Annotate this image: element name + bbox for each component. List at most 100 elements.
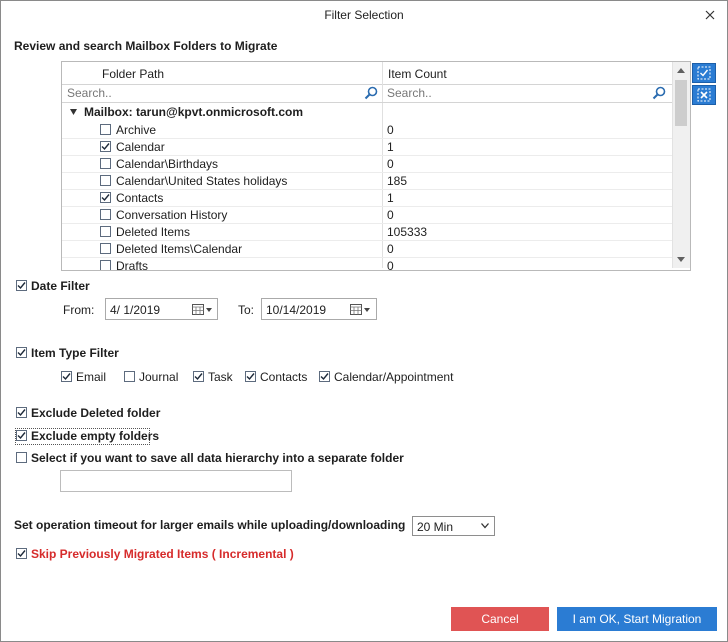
timeout-label: Set operation timeout for larger emails … (14, 518, 406, 532)
folder-row[interactable]: Calendar\United States holidays 185 (62, 172, 672, 190)
folder-row[interactable]: Archive 0 (62, 121, 672, 139)
from-date-value: 4/ 1/2019 (110, 303, 161, 317)
check-all-icon (697, 66, 711, 80)
folder-row[interactable]: Calendar\Birthdays 0 (62, 155, 672, 173)
folder-checkbox[interactable] (100, 175, 111, 186)
from-date-picker[interactable]: 4/ 1/2019 (105, 298, 218, 320)
email-label: Email (76, 370, 107, 384)
folder-name: Contacts (116, 191, 164, 205)
close-button[interactable] (693, 1, 727, 29)
incremental-checkbox[interactable] (16, 548, 27, 559)
folder-checkbox[interactable] (100, 141, 111, 152)
calendar-appointment-checkbox[interactable] (319, 371, 330, 382)
scroll-up-icon[interactable] (677, 68, 685, 73)
checkmark-icon (62, 373, 71, 381)
timeout-select[interactable]: 20 Min (412, 516, 495, 536)
grid-header: Folder Path Item Count (62, 62, 672, 85)
calendar-dropdown-icon[interactable] (192, 304, 214, 315)
from-label: From: (63, 303, 95, 317)
to-date-picker[interactable]: 10/14/2019 (261, 298, 377, 320)
journal-label: Journal (139, 370, 179, 384)
mailbox-label: Mailbox: tarun@kpvt.onmicrosoft.com (84, 105, 304, 119)
scrollbar-thumb[interactable] (675, 80, 687, 126)
checkmark-icon (17, 432, 26, 440)
exclude-deleted-checkbox[interactable] (16, 407, 27, 418)
task-checkbox[interactable] (193, 371, 204, 382)
search-icon[interactable] (364, 86, 378, 100)
folder-checkbox[interactable] (100, 209, 111, 220)
tree-expand-icon[interactable] (70, 109, 77, 115)
folder-item-count: 1 (387, 191, 394, 205)
cancel-button[interactable]: Cancel (451, 607, 549, 631)
search-row (62, 84, 672, 103)
item-type-filter-checkbox[interactable] (16, 347, 27, 358)
close-icon (705, 10, 715, 20)
folder-name: Deleted Items (116, 225, 191, 239)
folder-path-search-input[interactable] (64, 85, 366, 100)
column-header-item-count[interactable]: Item Count (388, 67, 447, 81)
folder-row[interactable]: Deleted Items\Calendar 0 (62, 240, 672, 258)
folder-item-count: 0 (387, 157, 394, 171)
calendar-dropdown-icon[interactable] (350, 304, 372, 315)
folder-row[interactable]: Contacts 1 (62, 189, 672, 207)
folder-item-count: 0 (387, 242, 394, 256)
folder-item-count: 0 (387, 259, 394, 271)
folder-row[interactable]: Deleted Items 105333 (62, 223, 672, 241)
deselect-all-button[interactable] (692, 85, 716, 105)
date-filter-label: Date Filter (31, 279, 90, 293)
folder-item-count: 0 (387, 208, 394, 222)
checkmark-icon (101, 143, 110, 151)
folder-item-count: 105333 (387, 225, 428, 239)
folder-row[interactable]: Drafts 0 (62, 257, 672, 271)
date-filter-checkbox[interactable] (16, 280, 27, 291)
checkmark-icon (17, 282, 26, 290)
save-hierarchy-label: Select if you want to save all data hier… (31, 451, 404, 465)
contacts-checkbox[interactable] (245, 371, 256, 382)
start-migration-button[interactable]: I am OK, Start Migration (557, 607, 717, 631)
folder-checkbox[interactable] (100, 243, 111, 254)
exclude-empty-label: Exclude empty folders (31, 429, 160, 443)
folder-checkbox[interactable] (100, 158, 111, 169)
incremental-label: Skip Previously Migrated Items ( Increme… (31, 547, 294, 561)
folder-item-count: 1 (387, 140, 394, 154)
column-header-folder-path[interactable]: Folder Path (102, 67, 164, 81)
chevron-down-icon (481, 523, 489, 529)
folder-name: Calendar (116, 140, 165, 154)
save-hierarchy-checkbox[interactable] (16, 452, 27, 463)
folder-checkbox[interactable] (100, 124, 111, 135)
checkmark-icon (320, 373, 329, 381)
scroll-down-icon[interactable] (677, 257, 685, 262)
mailbox-tree-node[interactable]: Mailbox: tarun@kpvt.onmicrosoft.com (62, 103, 672, 120)
folder-item-count: 0 (387, 123, 394, 137)
task-label: Task (208, 370, 233, 384)
window-title: Filter Selection (324, 8, 404, 22)
folder-name: Archive (116, 123, 157, 137)
hierarchy-folder-input[interactable] (60, 470, 292, 492)
folder-checkbox[interactable] (100, 260, 111, 270)
folder-name: Drafts (116, 259, 149, 271)
item-count-search-input[interactable] (384, 85, 654, 100)
folder-checkbox[interactable] (100, 226, 111, 237)
filter-selection-dialog: Filter Selection Review and search Mailb… (0, 0, 728, 642)
to-date-value: 10/14/2019 (266, 303, 327, 317)
checkmark-icon (17, 409, 26, 417)
journal-checkbox[interactable] (124, 371, 135, 382)
folder-name: Deleted Items\Calendar (116, 242, 243, 256)
email-checkbox[interactable] (61, 371, 72, 382)
select-all-button[interactable] (692, 63, 716, 83)
calendar-appointment-label: Calendar/Appointment (334, 370, 454, 384)
folder-checkbox[interactable] (100, 192, 111, 203)
grid-vertical-scrollbar[interactable] (672, 62, 690, 268)
search-icon[interactable] (652, 86, 666, 100)
folder-name: Conversation History (116, 208, 228, 222)
checkmark-icon (246, 373, 255, 381)
folder-row[interactable]: Conversation History 0 (62, 206, 672, 224)
checkmark-icon (194, 373, 203, 381)
contacts-label: Contacts (260, 370, 308, 384)
exclude-empty-checkbox[interactable] (16, 430, 27, 441)
timeout-value: 20 Min (417, 520, 454, 534)
folder-grid: Folder Path Item Count Mailbox: tarun@kp… (61, 61, 691, 271)
to-label: To: (238, 303, 255, 317)
folder-name: Calendar\Birthdays (116, 157, 219, 171)
folder-row[interactable]: Calendar 1 (62, 138, 672, 156)
